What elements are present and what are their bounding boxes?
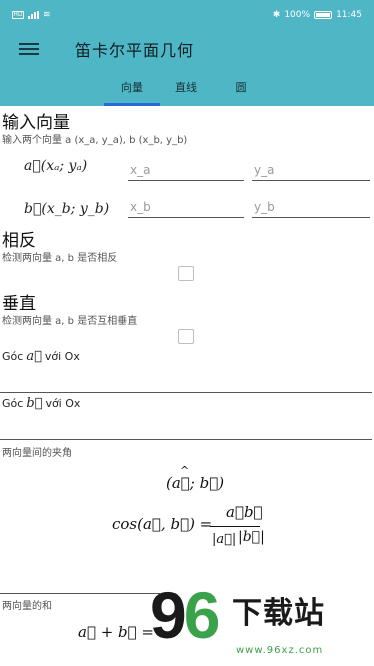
perpendicular-checkbox[interactable] — [178, 329, 194, 344]
input-section-subtitle: 输入两个向量 a (x_a, y_a), b (x_b, y_b) — [2, 135, 188, 146]
watermark-url: www.96xz.com — [236, 645, 324, 656]
status-right: ✱ 100% 11:45 — [273, 10, 362, 20]
angle-between-divider — [0, 593, 160, 594]
opposite-title: 相反 — [2, 231, 36, 251]
angle-b-suffix: với Ox — [45, 397, 81, 410]
app-title: 笛卡尔平面几何 — [75, 41, 195, 60]
perpendicular-title: 垂直 — [2, 294, 36, 314]
watermark-logo: 96 — [150, 582, 220, 648]
tab-line[interactable]: 直线 — [166, 68, 206, 106]
perpendicular-subtitle: 检测两向量 a, b 是否互相垂直 — [2, 316, 138, 327]
angle-b-ox-field[interactable] — [0, 439, 372, 440]
tab-circle[interactable]: 圆 — [224, 68, 258, 106]
angle-b-ox-label: Góc b⃗ với Ox — [2, 396, 80, 411]
vector-a-label: a⃗(xₐ; yₐ) — [24, 158, 88, 174]
angle-a-suffix: với Ox — [44, 350, 80, 363]
opposite-subtitle: 检测两向量 a, b 是否相反 — [2, 253, 118, 264]
signal-icon — [28, 11, 39, 19]
xb-input[interactable]: x_b — [128, 198, 244, 218]
sum-formula: a⃗ + b⃗ = — [78, 623, 154, 641]
sim-icon: HD — [12, 11, 24, 19]
sum-label: 两向量的和 — [2, 601, 52, 612]
cos-denominator-a: |a⃗| — [212, 532, 237, 547]
fraction-bar — [210, 526, 260, 527]
tab-bar: 向量 直线 圆 — [0, 68, 374, 106]
angle-b-prefix: Góc — [2, 397, 24, 410]
angle-a-ox-label: Góc a⃗ với Ox — [2, 349, 80, 364]
watermark-digit-9: 9 — [150, 578, 187, 652]
angle-a-vector: a⃗ — [26, 349, 42, 364]
bluetooth-icon: ✱ — [272, 10, 281, 20]
watermark-text: 下载站 — [232, 596, 325, 631]
battery-icon — [314, 11, 333, 19]
wifi-icon: ≋ — [43, 10, 51, 20]
clock: 11:45 — [336, 10, 362, 20]
angle-a-ox-field[interactable] — [0, 392, 372, 393]
menu-icon[interactable] — [19, 42, 39, 56]
input-section-title: 输入向量 — [2, 113, 70, 133]
status-bar: HD ≋ ✱ 100% 11:45 — [0, 0, 374, 30]
angle-between-formula: (a⃗; b⃗) — [166, 474, 225, 492]
tab-vector[interactable]: 向量 — [104, 68, 160, 106]
ya-input[interactable]: y_a — [252, 161, 370, 181]
vector-b-label: b⃗(x_b; y_b) — [24, 201, 110, 217]
cos-denominator-b: |b⃗| — [238, 529, 265, 545]
app-bar: 笛卡尔平面几何 — [0, 30, 374, 68]
cos-numerator: a⃗b⃗ — [226, 503, 263, 521]
watermark-digit-6: 6 — [183, 578, 221, 652]
angle-between-label: 两向量间的夹角 — [2, 448, 72, 459]
angle-b-vector: b⃗ — [26, 396, 43, 411]
status-left: HD ≋ — [12, 10, 51, 20]
cos-formula-lhs: cos(a⃗, b⃗) = — [112, 515, 213, 533]
yb-input[interactable]: y_b — [252, 198, 370, 218]
opposite-checkbox[interactable] — [178, 266, 194, 281]
angle-a-prefix: Góc — [2, 350, 24, 363]
battery-percent: 100% — [284, 10, 311, 20]
xa-input[interactable]: x_a — [128, 161, 244, 181]
